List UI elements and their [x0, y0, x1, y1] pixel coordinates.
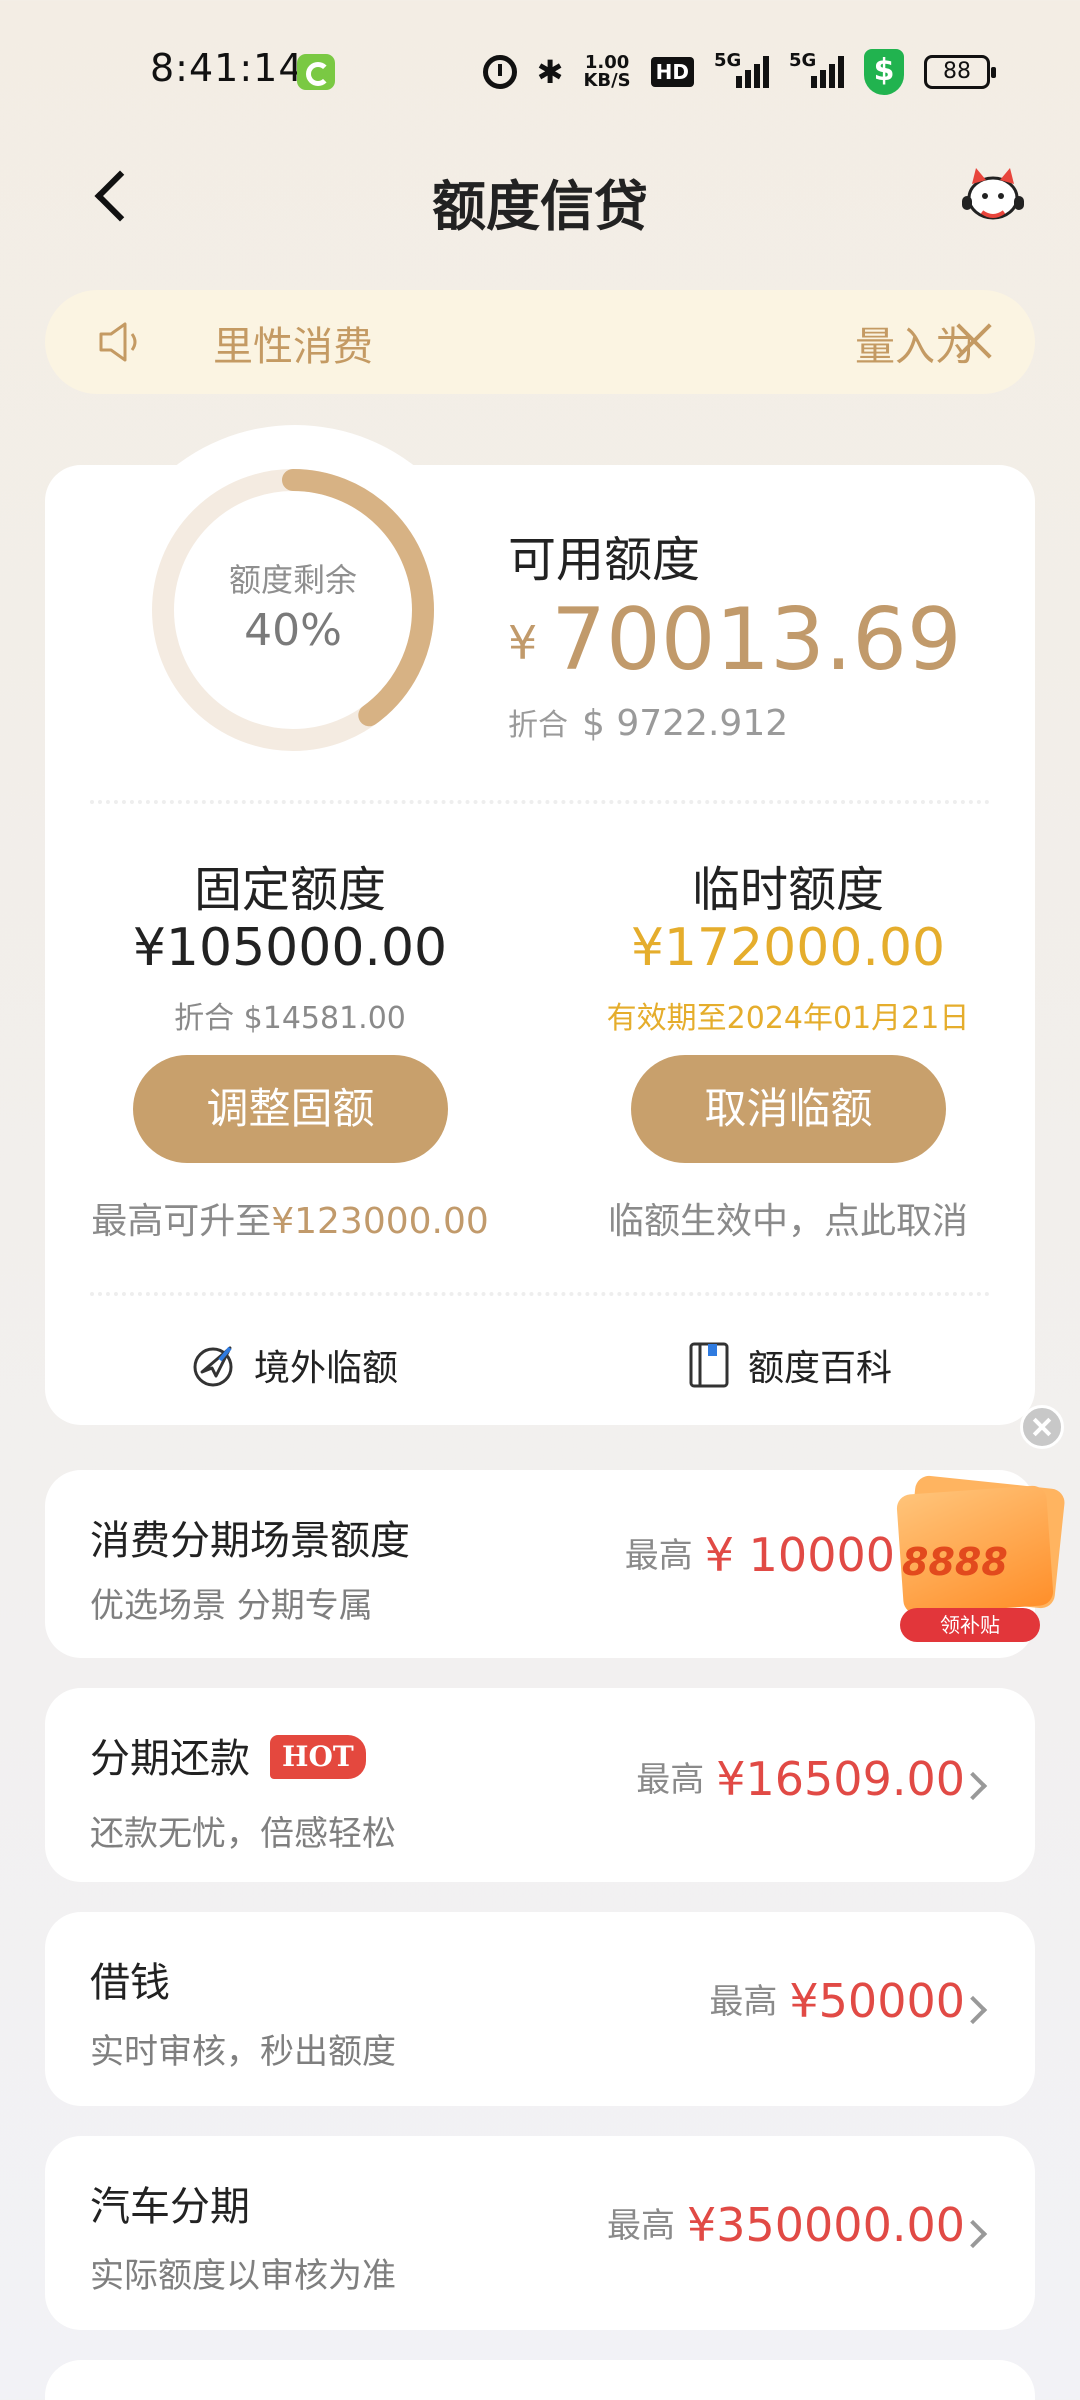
- list-item-partial[interactable]: [45, 2360, 1035, 2400]
- credit-wiki-label: 额度百科: [748, 1348, 893, 1389]
- list-item-amount: 最高 ¥350000.00: [606, 2198, 965, 2252]
- list-item-subtitle: 实际额度以审核为准: [90, 2256, 396, 2296]
- temp-credit-note[interactable]: 临额生效中，点此取消: [548, 1192, 1028, 1244]
- list-item-amount: 最高 ¥ 10000: [624, 1528, 895, 1582]
- promo-number: 8888: [902, 1540, 1008, 1584]
- app-notification-icon: [297, 54, 335, 90]
- list-item-title: 分期还款 HOT: [90, 1726, 366, 1784]
- cancel-temp-button[interactable]: 取消临额: [631, 1055, 946, 1163]
- close-icon[interactable]: [951, 318, 997, 364]
- fixed-credit-amount: ¥105000.00: [132, 918, 448, 978]
- status-bar: 8:41:14 ✱ 1.00 KB/S HD 5G 5G $ 88: [0, 0, 1080, 140]
- temp-credit-amount: ¥172000.00: [630, 918, 946, 978]
- list-item-title: 消费分期场景额度: [90, 1518, 410, 1564]
- fixed-credit-usd: 折合 $14581.00: [174, 1001, 406, 1036]
- notice-banner[interactable]: 里性消费 量入为出: [45, 290, 1035, 394]
- mascot-icon[interactable]: [958, 162, 1028, 226]
- temp-credit-title: 临时额度: [691, 862, 884, 918]
- speaker-icon: [99, 322, 137, 362]
- list-item-subtitle: 优选场景 分期专属: [90, 1586, 373, 1626]
- adjust-fixed-button[interactable]: 调整固额: [133, 1055, 448, 1163]
- list-item-title: 借钱: [90, 1960, 170, 2006]
- page-title: 额度信贷: [432, 175, 648, 238]
- notice-text: 里性消费: [213, 324, 373, 370]
- bluetooth-icon: ✱: [536, 53, 564, 91]
- list-item-amount: 最高 ¥16509.00: [636, 1752, 965, 1806]
- available-title: 可用额度: [508, 532, 701, 588]
- network-speed: 1.00 KB/S: [583, 52, 631, 91]
- ring-label: 额度剩余: [228, 561, 357, 599]
- list-item-car-installment[interactable]: 汽车分期 实际额度以审核为准 最高 ¥350000.00: [45, 2136, 1035, 2330]
- list-item-borrow[interactable]: 借钱 实时审核，秒出额度 最高 ¥50000: [45, 1912, 1035, 2106]
- alarm-icon: [482, 55, 517, 89]
- divider: [90, 1292, 990, 1296]
- status-icons: ✱ 1.00 KB/S HD 5G 5G $ 88: [482, 48, 996, 96]
- list-item-title: 汽车分期: [90, 2184, 250, 2230]
- battery-icon: 88: [924, 55, 996, 89]
- available-amount: ¥70013.69: [508, 590, 962, 690]
- security-shield-icon: $: [864, 49, 904, 95]
- signal-icon-sim2: 5G: [789, 50, 844, 88]
- signal-icon-sim1: 5G: [714, 50, 769, 88]
- list-item-installment-repay[interactable]: 分期还款 HOT 还款无忧，倍感轻松 最高 ¥16509.00: [45, 1688, 1035, 1882]
- nav-bar: 额度信贷: [0, 140, 1080, 250]
- fixed-credit-note[interactable]: 最高可升至¥123000.00: [50, 1192, 530, 1244]
- list-item-subtitle: 还款无忧，倍感轻松: [90, 1814, 396, 1854]
- overseas-temp-link[interactable]: 境外临额: [190, 1335, 398, 1395]
- fixed-credit-title: 固定额度: [193, 862, 386, 918]
- status-time: 8:41:14: [150, 46, 304, 90]
- plane-icon: [193, 1346, 233, 1387]
- book-icon: [689, 1342, 729, 1388]
- temp-credit-expiry: 有效期至2024年01月21日: [606, 1001, 970, 1036]
- promo-tag: 领补贴: [900, 1608, 1040, 1642]
- available-usd: 折合 $ 9722.912: [508, 703, 789, 744]
- subsidy-promo[interactable]: 8888 领补贴: [870, 1470, 1070, 1650]
- list-item-amount: 最高 ¥50000: [709, 1974, 965, 2028]
- list-item-subtitle: 实时审核，秒出额度: [90, 2032, 396, 2072]
- promo-close-icon[interactable]: [1020, 1405, 1064, 1449]
- credit-wiki-link[interactable]: 额度百科: [688, 1335, 892, 1395]
- hd-voice-icon: HD: [650, 57, 694, 87]
- divider: [90, 800, 990, 804]
- overseas-temp-label: 境外临额: [254, 1348, 399, 1389]
- ring-value: 40%: [244, 605, 342, 656]
- hot-badge: HOT: [270, 1735, 366, 1779]
